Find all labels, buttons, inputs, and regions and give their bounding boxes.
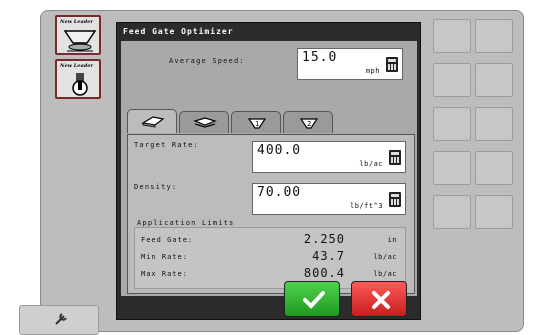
right-slot[interactable] bbox=[433, 195, 471, 229]
target-rate-label: Target Rate: bbox=[134, 141, 199, 149]
tools-button[interactable] bbox=[19, 305, 99, 335]
svg-text:1: 1 bbox=[255, 120, 259, 128]
density-unit: lb/ft^3 bbox=[349, 202, 383, 210]
dialog-body: Average Speed: 15.0 mph 1 2 Target Rate:… bbox=[121, 41, 417, 296]
feed-gate-unit: in bbox=[387, 236, 397, 244]
density-value: 70.00 bbox=[257, 185, 302, 200]
bin-2-icon: 2 bbox=[299, 118, 319, 129]
right-slot[interactable] bbox=[433, 151, 471, 185]
close-icon bbox=[372, 291, 390, 309]
svg-text:2: 2 bbox=[307, 120, 311, 128]
density-label: Density: bbox=[134, 183, 178, 191]
bin-1-icon: 1 bbox=[247, 118, 267, 129]
average-speed-unit: mph bbox=[365, 67, 380, 75]
belt-icon bbox=[193, 117, 217, 128]
wrench-icon bbox=[55, 313, 67, 325]
sensor-icon bbox=[72, 73, 88, 96]
application-limits-title: Application Limits bbox=[137, 219, 235, 227]
calculator-icon[interactable] bbox=[386, 57, 398, 72]
target-rate-unit: lb/ac bbox=[359, 160, 383, 168]
application-limits-box: Feed Gate: 2.250 in Min Rate: 43.7 lb/ac… bbox=[134, 227, 406, 289]
dialog-title: Feed Gate Optimizer bbox=[123, 27, 234, 36]
average-speed-label: Average Speed: bbox=[169, 57, 245, 65]
calculator-icon[interactable] bbox=[389, 150, 401, 165]
right-slot[interactable] bbox=[433, 63, 471, 97]
feed-gate-label: Feed Gate: bbox=[141, 236, 194, 244]
average-speed-field[interactable]: 15.0 mph bbox=[297, 48, 403, 80]
feed-gate-optimizer-dialog: Feed Gate Optimizer Average Speed: 15.0 … bbox=[116, 22, 421, 320]
right-slot[interactable] bbox=[433, 107, 471, 141]
spinner-settings-button[interactable]: New Leader bbox=[55, 15, 101, 55]
accept-button[interactable] bbox=[284, 281, 340, 317]
check-icon bbox=[303, 291, 325, 309]
right-slot[interactable] bbox=[475, 19, 513, 53]
tab-bin-2[interactable]: 2 bbox=[283, 111, 333, 133]
spreader-hopper-icon bbox=[63, 30, 97, 52]
min-rate-label: Min Rate: bbox=[141, 253, 188, 261]
calculator-icon[interactable] bbox=[389, 192, 401, 207]
max-rate-value: 800.4 bbox=[303, 266, 345, 280]
density-field[interactable]: 70.00 lb/ft^3 bbox=[252, 183, 406, 215]
tab-spinner[interactable] bbox=[127, 109, 177, 133]
right-slot[interactable] bbox=[475, 151, 513, 185]
right-slot[interactable] bbox=[475, 195, 513, 229]
min-rate-value: 43.7 bbox=[312, 249, 345, 263]
tab-bin-1[interactable]: 1 bbox=[231, 111, 281, 133]
min-rate-unit: lb/ac bbox=[373, 253, 397, 261]
max-rate-unit: lb/ac bbox=[373, 270, 397, 278]
target-rate-field[interactable]: 400.0 lb/ac bbox=[252, 141, 406, 173]
sensor-settings-button[interactable]: New Leader bbox=[55, 59, 101, 99]
average-speed-value: 15.0 bbox=[302, 50, 338, 65]
tab-bar: 1 2 bbox=[127, 109, 417, 133]
right-slot[interactable] bbox=[475, 63, 513, 97]
tab-panel: Target Rate: 400.0 lb/ac Density: 70.00 … bbox=[127, 134, 415, 294]
screen: New Leader New Leader Feed Gate Optimize… bbox=[0, 0, 545, 335]
target-rate-value: 400.0 bbox=[257, 143, 302, 158]
right-slot[interactable] bbox=[475, 107, 513, 141]
cancel-button[interactable] bbox=[351, 281, 407, 317]
right-slot[interactable] bbox=[433, 19, 471, 53]
feed-gate-value: 2.250 bbox=[303, 232, 345, 246]
max-rate-label: Max Rate: bbox=[141, 270, 188, 278]
spinner-icon bbox=[141, 116, 165, 128]
tab-belt[interactable] bbox=[179, 111, 229, 133]
